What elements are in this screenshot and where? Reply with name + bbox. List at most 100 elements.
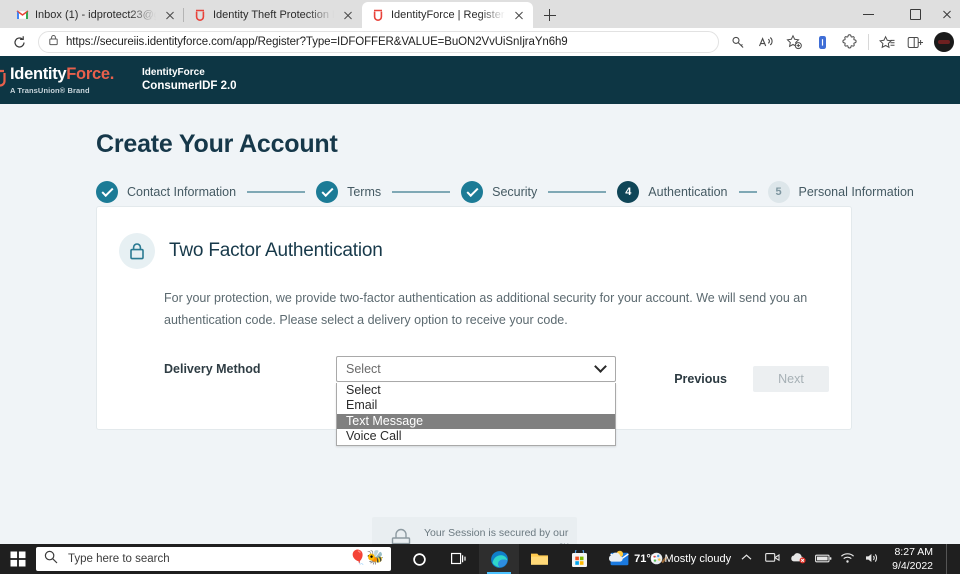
app-badge-icon[interactable] xyxy=(809,30,835,54)
product-name: IdentityForce xyxy=(142,67,237,80)
logo-tagline: A TransUnion® Brand xyxy=(10,87,114,95)
minimize-button[interactable] xyxy=(846,0,892,28)
padlock-icon xyxy=(390,527,412,545)
identityforce-logo[interactable]: IdentityForce. A TransUnion® Brand xyxy=(0,56,120,104)
step-number: 4 xyxy=(617,181,639,203)
browser-tab-identity-theft[interactable]: Identity Theft Protection Providers xyxy=(184,2,362,28)
clock-date: 9/4/2022 xyxy=(892,559,933,573)
split-screen-icon[interactable] xyxy=(902,30,928,54)
step-label: Personal Information xyxy=(799,185,914,199)
taskbar-clock[interactable]: 8:27 AM 9/4/2022 xyxy=(892,545,933,573)
close-icon[interactable] xyxy=(511,7,527,23)
edge-icon[interactable] xyxy=(479,544,519,574)
browser-chrome: Inbox (1) - idprotect23@gmail.com Identi… xyxy=(0,0,960,56)
browser-toolbar: https://secureiis.identityforce.com/app/… xyxy=(0,28,960,56)
progress-stepper: Contact Information Terms Security 4 Aut… xyxy=(96,181,960,203)
tab-title: Inbox (1) - idprotect23@gmail.com xyxy=(35,9,156,21)
system-tray: 71°F Mostly cloudy xyxy=(607,544,960,574)
web-page: IdentityForce. A TransUnion® Brand Ident… xyxy=(0,56,960,544)
tab-title: IdentityForce | Register xyxy=(391,9,505,21)
step-contact-information[interactable]: Contact Information xyxy=(96,181,236,203)
taskbar-search[interactable]: Type here to search 🎈🐝 xyxy=(36,547,391,571)
cortana-icon[interactable] xyxy=(399,544,439,574)
step-status-complete-icon xyxy=(316,181,338,203)
step-security[interactable]: Security xyxy=(461,181,537,203)
screen-root: Inbox (1) - idprotect23@gmail.com Identi… xyxy=(0,0,960,574)
step-authentication[interactable]: 4 Authentication xyxy=(617,181,727,203)
dropdown-option-email[interactable]: Email xyxy=(337,398,615,414)
logo-mark-icon xyxy=(0,69,8,91)
extensions-icon[interactable] xyxy=(837,30,863,54)
tab-strip: Inbox (1) - idprotect23@gmail.com Identi… xyxy=(0,0,960,28)
partly-cloudy-icon xyxy=(607,549,627,569)
reload-icon[interactable] xyxy=(6,30,32,54)
close-window-button[interactable] xyxy=(938,0,960,28)
close-icon[interactable] xyxy=(162,7,178,23)
step-personal-information[interactable]: 5 Personal Information xyxy=(768,181,914,203)
card-actions: Previous Next xyxy=(670,365,829,393)
step-label: Terms xyxy=(347,185,381,199)
step-terms[interactable]: Terms xyxy=(316,181,381,203)
step-status-complete-icon xyxy=(96,181,118,203)
task-view-icon[interactable] xyxy=(439,544,479,574)
step-number: 5 xyxy=(768,181,790,203)
logo-identity: Identity xyxy=(10,65,66,83)
address-bar[interactable]: https://secureiis.identityforce.com/app/… xyxy=(38,31,719,53)
key-icon[interactable] xyxy=(725,30,751,54)
identityforce-icon xyxy=(371,8,385,22)
new-tab-button[interactable] xyxy=(537,2,563,28)
browser-tab-identityforce-register[interactable]: IdentityForce | Register xyxy=(362,2,533,28)
microsoft-store-icon[interactable] xyxy=(559,544,599,574)
read-aloud-icon[interactable] xyxy=(753,30,779,54)
volume-icon[interactable] xyxy=(865,551,881,567)
logo-text: IdentityForce. A TransUnion® Brand xyxy=(10,66,114,95)
delivery-method-select[interactable]: Select xyxy=(336,356,616,382)
session-secured-banner: Your Session is secured by our Triple La… xyxy=(372,517,577,544)
site-header: IdentityForce. A TransUnion® Brand Ident… xyxy=(0,56,960,104)
step-connector xyxy=(392,191,450,193)
add-favorite-icon[interactable] xyxy=(781,30,807,54)
card-header: Two Factor Authentication xyxy=(97,207,851,269)
next-button[interactable]: Next xyxy=(753,366,829,392)
chevron-up-icon[interactable] xyxy=(740,551,756,567)
two-factor-card: Two Factor Authentication For your prote… xyxy=(96,206,852,430)
show-desktop-button[interactable] xyxy=(946,544,952,574)
close-icon[interactable] xyxy=(340,7,356,23)
step-connector xyxy=(739,191,757,193)
secured-text: Your Session is secured by our Triple La… xyxy=(424,526,569,544)
clock-time: 8:27 AM xyxy=(892,545,933,559)
onedrive-sync-error-icon[interactable] xyxy=(790,551,806,567)
step-label: Security xyxy=(492,185,537,199)
profile-avatar[interactable] xyxy=(934,32,954,52)
page-title: Create Your Account xyxy=(96,130,960,159)
previous-button[interactable]: Previous xyxy=(670,365,731,393)
dropdown-option-text-message[interactable]: Text Message xyxy=(337,414,615,430)
lock-icon xyxy=(119,233,155,269)
step-connector xyxy=(247,191,305,193)
wifi-icon[interactable] xyxy=(840,551,856,567)
step-label: Contact Information xyxy=(127,185,236,199)
search-icon xyxy=(44,550,58,569)
tab-title: Identity Theft Protection Providers xyxy=(213,9,334,21)
start-button[interactable] xyxy=(0,544,36,574)
browser-tab-gmail[interactable]: Inbox (1) - idprotect23@gmail.com xyxy=(6,2,184,28)
secured-line1: Your Session is secured by our xyxy=(424,527,568,539)
window-controls xyxy=(846,0,960,28)
maximize-button[interactable] xyxy=(892,0,938,28)
file-explorer-icon[interactable] xyxy=(519,544,559,574)
weather-condition: Mostly cloudy xyxy=(664,553,731,565)
delivery-method-label: Delivery Method xyxy=(164,362,336,376)
dropdown-option-select[interactable]: Select xyxy=(337,383,615,399)
dropdown-option-voice-call[interactable]: Voice Call xyxy=(337,429,615,445)
taskbar-weather[interactable]: 71°F Mostly cloudy xyxy=(607,549,731,569)
chevron-down-icon xyxy=(594,360,607,373)
url-text: https://secureiis.identityforce.com/app/… xyxy=(66,36,568,48)
site-info-lock-icon[interactable] xyxy=(48,33,59,51)
delivery-method-dropdown[interactable]: Select Email Text Message Voice Call xyxy=(336,383,616,446)
weather-temperature: 71°F xyxy=(634,553,657,565)
toolbar-divider xyxy=(868,34,869,50)
collections-icon[interactable] xyxy=(874,30,900,54)
battery-icon[interactable] xyxy=(815,551,831,567)
logo-force: Force xyxy=(66,65,109,83)
meet-now-icon[interactable] xyxy=(765,551,781,567)
